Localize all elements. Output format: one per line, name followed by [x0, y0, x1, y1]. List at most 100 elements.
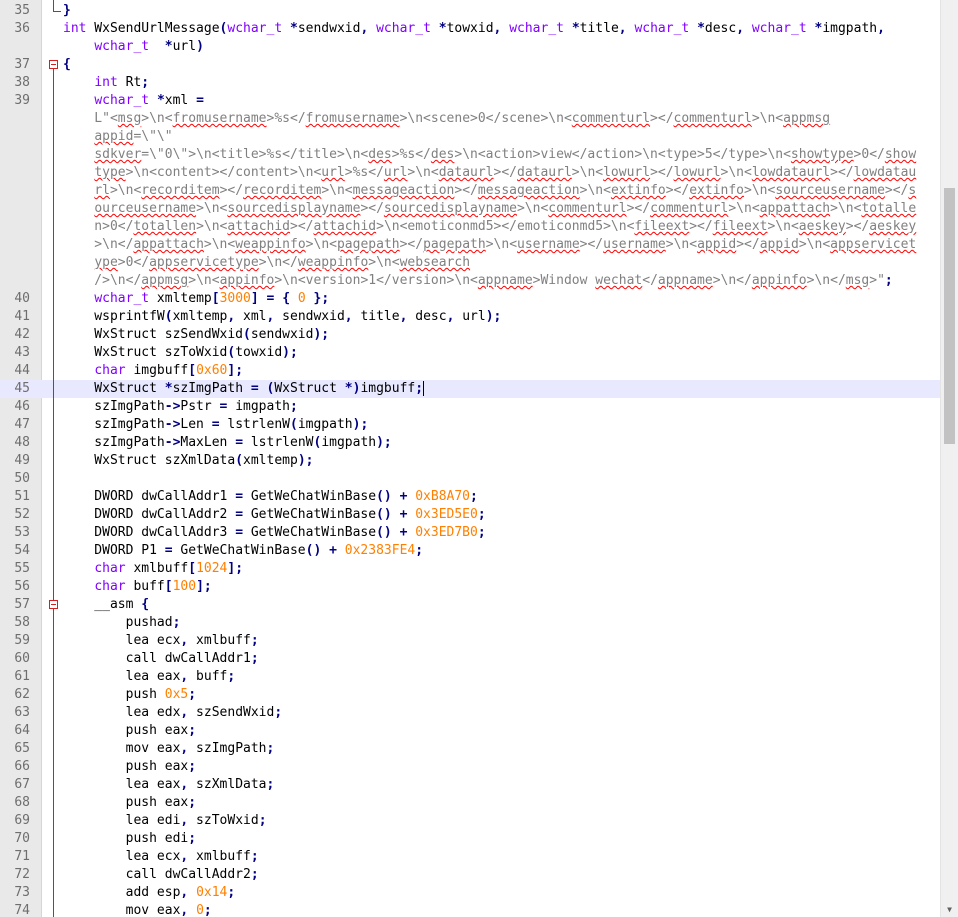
code-line[interactable]: 68 push eax; [0, 794, 941, 812]
code-text: pushad; [63, 614, 181, 632]
code-token: GetWeChatWinBase [243, 489, 377, 504]
code-token: ( [164, 309, 173, 324]
code-text: lea edx, szSendWxid; [63, 704, 283, 722]
code-token: ; [188, 795, 197, 810]
code-line[interactable]: 48 szImgPath->MaxLen = lstrlenW(imgpath)… [0, 434, 941, 452]
code-line[interactable]: 74 mov eax, 0; [0, 902, 941, 917]
code-token: [ [164, 579, 173, 594]
code-line[interactable]: 35} [0, 2, 941, 20]
code-token: , [344, 309, 353, 324]
code-token: username [603, 237, 666, 252]
code-token: imgpath [297, 417, 353, 432]
code-token: >\n<emoticonmd5></emoticonmd5>\n< [376, 219, 635, 234]
fold-range-line [53, 69, 54, 600]
code-token: fileext [634, 219, 690, 234]
code-token: >\n< [321, 183, 353, 198]
code-token: ></ [290, 219, 314, 234]
code-line[interactable]: 36 int WxSendUrlMessage(wchar_t *sendwxid… [0, 20, 941, 56]
code-token: [ [211, 291, 220, 306]
code-line[interactable]: 50 [0, 470, 941, 488]
code-line[interactable]: 37 { [0, 56, 941, 74]
code-line[interactable]: 65 mov eax, szImgPath; [0, 740, 941, 758]
code-token: [ [188, 363, 197, 378]
code-line[interactable]: 46 szImgPath->Pstr = imgpath; [0, 398, 941, 416]
code-line[interactable]: 51 DWORD dwCallAddr1 = GetWeChatWinBase(… [0, 488, 941, 506]
code-line[interactable]: 73 add esp, 0x14; [0, 884, 941, 902]
scrollbar-thumb[interactable] [944, 188, 955, 444]
code-line[interactable]: 42 WxStruct szSendWxid(sendwxid); [0, 326, 941, 344]
code-editor[interactable]: 35} 36 int WxSendUrlMessage(wchar_t *sendw… [0, 0, 958, 917]
code-line[interactable]: 71 lea ecx, xmlbuff; [0, 848, 941, 866]
code-line[interactable]: 59 lea ecx, xmlbuff; [0, 632, 941, 650]
code-line[interactable]: 52 DWORD dwCallAddr2 = GetWeChatWinBase(… [0, 506, 941, 524]
code-line[interactable]: 49 WxStruct szXmlData(xmltemp); [0, 452, 941, 470]
code-line[interactable]: 58 pushad; [0, 614, 941, 632]
code-line[interactable]: 62 push 0x5; [0, 686, 941, 704]
line-number: 39 [14, 93, 30, 108]
code-line[interactable]: 47 szImgPath->Len = lstrlenW(imgpath); [0, 416, 941, 434]
scroll-down-arrow-icon[interactable]: ▼ [944, 904, 955, 915]
code-token: szImgPath [63, 435, 165, 450]
code-line[interactable]: 43 WxStruct szToWxid(towxid); [0, 344, 941, 362]
code-line[interactable]: 55 char xmlbuff[1024]; [0, 560, 941, 578]
code-line[interactable]: 54 DWORD P1 = GetWeChatWinBase() + 0x238… [0, 542, 941, 560]
code-token: username [517, 237, 580, 252]
code-line[interactable]: 56 char buff[100]; [0, 578, 941, 596]
line-number: 74 [14, 903, 30, 917]
line-number: 61 [14, 669, 30, 684]
code-token: xmlbuff [125, 561, 189, 576]
code-line[interactable]: 41 wsprintfW(xmltemp, xml, sendwxid, tit… [0, 308, 941, 326]
code-line[interactable]: 72 call dwCallAddr2; [0, 866, 941, 884]
code-token: >\n< [188, 273, 220, 288]
code-token: ); [352, 417, 369, 432]
code-token: ; [884, 273, 893, 288]
code-line[interactable]: 39 wchar_t *xml = L"<msg>\n<fromusername… [0, 92, 941, 290]
code-line[interactable]: 60 call dwCallAddr1; [0, 650, 941, 668]
code-line[interactable]: 57 __asm { [0, 596, 941, 614]
line-number: 53 [14, 525, 30, 540]
code-token: wchar_t [751, 21, 807, 36]
code-token: ; [266, 777, 275, 792]
code-token: >\n< [751, 111, 784, 126]
code-token: int [63, 21, 87, 36]
code-line[interactable]: 64 push eax; [0, 722, 941, 740]
code-token: 3000 [219, 291, 251, 306]
code-token: xml [235, 309, 267, 324]
code-line[interactable]: 66 push eax; [0, 758, 941, 776]
code-token: websearch [399, 255, 471, 270]
fold-toggle-icon[interactable] [49, 60, 58, 69]
code-line[interactable]: 45 WxStruct *szImgPath = (WxStruct *)img… [0, 380, 941, 398]
code-line[interactable]: 69 lea edi, szToWxid; [0, 812, 941, 830]
code-token: { [141, 597, 150, 612]
code-token: totalle [861, 201, 917, 216]
code-line[interactable]: 44 char imgbuff[0x60]; [0, 362, 941, 380]
code-token: attachid [313, 219, 377, 234]
code-line[interactable]: 53 DWORD dwCallAddr3 = GetWeChatWinBase(… [0, 524, 941, 542]
code-line[interactable]: 61 lea eax, buff; [0, 668, 941, 686]
code-line[interactable]: 67 lea eax, szXmlData; [0, 776, 941, 794]
code-line[interactable]: 63 lea edx, szSendWxid; [0, 704, 941, 722]
code-line[interactable]: 70 push edi; [0, 830, 941, 848]
code-token: appmsg [783, 111, 831, 126]
code-token: >0</ [853, 147, 885, 162]
code-token: >Window [532, 273, 596, 288]
code-token: Pstr [180, 399, 220, 414]
code-token: sendwxid [250, 327, 314, 342]
code-token: * [571, 21, 580, 36]
code-token: lstrlenW [243, 435, 314, 450]
code-token: >\n< [485, 237, 518, 252]
code-token: ; [250, 849, 259, 864]
code-line[interactable]: 38 int Rt; [0, 74, 941, 92]
code-token: push eax [63, 723, 189, 738]
code-token: wechat [595, 273, 643, 288]
code-text: DWORD P1 = GetWeChatWinBase() + 0x2383FE… [63, 542, 423, 560]
code-token: () [376, 507, 392, 522]
fold-end-marker [53, 0, 61, 12]
code-token: imgpath [822, 21, 878, 36]
vertical-scrollbar[interactable]: ▼ [940, 0, 958, 917]
line-number: 63 [14, 705, 30, 720]
code-line[interactable]: 40 wchar_t xmltemp[3000] = { 0 }; [0, 290, 941, 308]
code-token: attachid [227, 219, 291, 234]
fold-toggle-icon[interactable] [49, 600, 58, 609]
code-token: Len [180, 417, 212, 432]
